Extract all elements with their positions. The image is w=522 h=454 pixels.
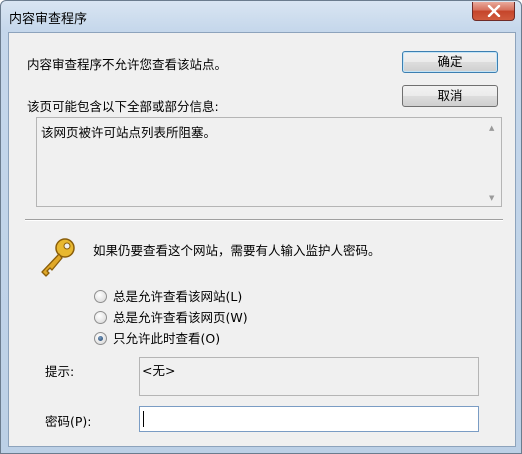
password-label: 密码(P): [45,414,92,429]
radio-label: 总是允许查看该网站(L) [113,289,243,304]
password-prompt: 如果仍要查看这个网站，需要有人输入监护人密码。 [93,243,381,258]
info-textbox[interactable]: 该网页被许可站点列表所阻塞。 ▲ ▼ [36,117,502,207]
separator-line [25,219,503,221]
info-text: 该网页被许可站点列表所阻塞。 [41,125,217,140]
blocked-message: 内容审查程序不允许您查看该站点。 [27,57,228,72]
close-icon [487,5,501,17]
info-scrollbar[interactable]: ▲ ▼ [484,118,501,206]
password-input[interactable] [139,406,479,432]
radio-label: 只允许此时查看(O) [113,331,221,346]
window-title: 内容审查程序 [9,12,88,27]
radio-button[interactable] [94,311,107,324]
radio-label: 总是允许查看该网页(W) [113,310,248,325]
hint-label: 提示: [45,364,75,379]
cancel-button[interactable]: 取消 [402,85,498,107]
title-bar[interactable]: 内容审查程序 [1,1,521,32]
scroll-up-arrow-icon[interactable]: ▲ [489,124,494,132]
hint-value: <无> [142,363,176,378]
radio-button-checked[interactable] [94,332,107,345]
content-advisor-dialog: 内容审查程序 内容审查程序不允许您查看该站点。 确定 取消 该页可能包含以下全部… [0,0,522,454]
close-button[interactable] [472,2,515,21]
scroll-down-arrow-icon[interactable]: ▼ [489,194,494,202]
dialog-body: 内容审查程序不允许您查看该站点。 确定 取消 该页可能包含以下全部或部分信息: … [8,32,516,447]
info-label: 该页可能包含以下全部或部分信息: [27,99,219,114]
key-icon [41,238,75,277]
text-caret [143,411,144,427]
hint-field: <无> [139,357,479,396]
ok-button[interactable]: 确定 [402,51,498,73]
radio-button[interactable] [94,290,107,303]
